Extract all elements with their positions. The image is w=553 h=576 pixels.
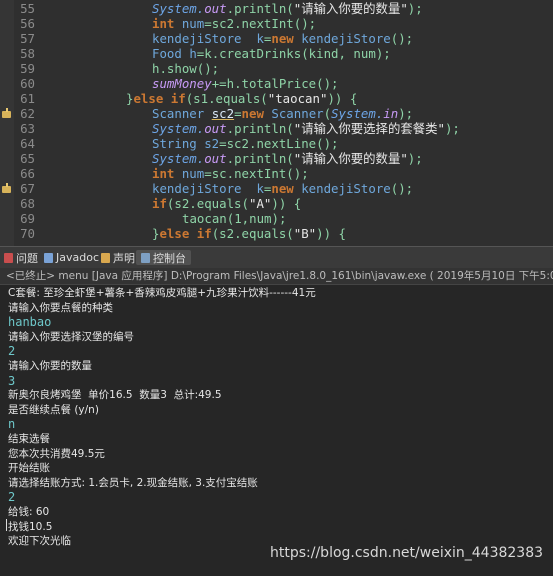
tab-console[interactable]: 控制台 (136, 250, 191, 265)
line-number: 69 (20, 211, 35, 226)
tab-problems-label: 问题 (16, 251, 38, 265)
line-number: 59 (20, 61, 35, 76)
tab-declaration[interactable]: 声明 (101, 250, 135, 265)
code-text: if(s2.equals("A")) { (152, 196, 302, 211)
tab-console-label: 控制台 (153, 251, 186, 265)
console-output-line: 新奥尔良烤鸡堡 单价16.5 数量3 总计:49.5 (8, 389, 222, 402)
code-text: int num=sc2.nextInt(); (152, 16, 317, 31)
console-input-line: n (8, 417, 16, 432)
line-number: 56 (20, 16, 35, 31)
warning-marker-icon[interactable] (2, 108, 11, 118)
view-tabs-bar: 问题 Javadoc 声明 控制台 (0, 246, 553, 268)
code-line[interactable]: 57 kendejiStore k=new kendejiStore(); (0, 31, 553, 46)
code-line[interactable]: 63 System.out.println("请输入你要选择的套餐类"); (0, 121, 553, 136)
code-text: kendejiStore k=new kendejiStore(); (152, 31, 414, 46)
code-text: taocan(1,num); (182, 211, 287, 226)
line-number: 60 (20, 76, 35, 91)
line-number: 63 (20, 121, 35, 136)
code-line[interactable]: 70 }else if(s2.equals("B")) { (0, 226, 553, 241)
code-text: }else if(s2.equals("B")) { (152, 226, 346, 241)
console-output-line: 结束选餐 (8, 433, 50, 445)
tab-declaration-label: 声明 (113, 251, 135, 265)
code-text: sumMoney+=h.totalPrice(); (152, 76, 339, 91)
code-text: System.out.println("请输入你要选择的套餐类"); (152, 121, 460, 136)
code-text: Scanner sc2=new Scanner(System.in); (152, 106, 414, 121)
line-number: 64 (20, 136, 35, 151)
code-line[interactable]: 56 int num=sc2.nextInt(); (0, 16, 553, 31)
problems-icon (4, 252, 13, 263)
line-number: 68 (20, 196, 35, 211)
declaration-icon (101, 252, 110, 263)
line-number: 55 (20, 1, 35, 16)
code-text: }else if(s1.equals("taocan")) { (126, 91, 358, 106)
tab-javadoc[interactable]: Javadoc (44, 250, 99, 265)
console-input-line: 2 (8, 490, 16, 505)
line-number: 62 (20, 106, 35, 121)
console-output-line: 您本次共消费49.5元 (8, 447, 105, 460)
console-output-line: 欢迎下次光临 (8, 535, 71, 548)
code-line[interactable]: 62 Scanner sc2=new Scanner(System.in); (0, 106, 553, 121)
code-text: Food h=k.creatDrinks(kind, num); (152, 46, 391, 61)
code-text: kendejiStore k=new kendejiStore(); (152, 181, 414, 196)
code-editor[interactable]: 55 System.out.println("请输入你要的数量"); 56 int n… (0, 0, 553, 246)
line-number: 65 (20, 151, 35, 166)
javadoc-icon (44, 252, 53, 263)
code-line[interactable]: 67 kendejiStore k=new kendejiStore(); (0, 181, 553, 196)
line-number: 61 (20, 91, 35, 106)
console-input-line: hanbao (8, 315, 52, 330)
console-input-line: 3 (8, 373, 16, 388)
watermark: https://blog.csdn.net/weixin_44382383 (270, 545, 544, 561)
code-line[interactable]: 64 String s2=sc2.nextLine(); (0, 136, 553, 151)
tab-problems[interactable]: 问题 (4, 250, 38, 265)
console-output-line: 给钱: 60 (8, 506, 50, 518)
tab-javadoc-label: Javadoc (56, 251, 99, 264)
line-number: 57 (20, 31, 35, 46)
code-line[interactable]: 65 System.out.println("请输入你要的数量"); (0, 151, 553, 166)
code-line[interactable]: 55 System.out.println("请输入你要的数量"); (0, 1, 553, 16)
code-line[interactable]: 58 Food h=k.creatDrinks(kind, num); (0, 46, 553, 61)
console-output-line: 找钱10.5 (8, 520, 53, 533)
code-text: int num=sc.nextInt(); (152, 166, 309, 181)
line-number: 67 (20, 181, 35, 196)
code-text: System.out.println("请输入你要的数量"); (152, 1, 423, 16)
warning-marker-icon[interactable] (2, 183, 11, 193)
code-line[interactable]: 68 if(s2.equals("A")) { (0, 196, 553, 211)
line-number: 66 (20, 166, 35, 181)
code-text: h.show(); (152, 61, 220, 76)
code-text: String s2=sc2.nextLine(); (152, 136, 339, 151)
line-number: 70 (20, 226, 35, 241)
line-number: 58 (20, 46, 35, 61)
console-header-text: <已终止> menu [Java 应用程序] D:\Program Files\… (6, 270, 553, 282)
console-output-line: 是否继续点餐 (y/n) (8, 403, 99, 416)
text-cursor (6, 519, 7, 531)
code-line[interactable]: 59 h.show(); (0, 61, 553, 76)
console-input-line: 2 (8, 344, 16, 359)
code-text: System.out.println("请输入你要的数量"); (152, 151, 423, 166)
editor-scrollbar[interactable] (545, 0, 553, 246)
console-icon (141, 252, 150, 263)
code-line[interactable]: 69 taocan(1,num); (0, 211, 553, 226)
code-line[interactable]: 66 int num=sc.nextInt(); (0, 166, 553, 181)
console-header: <已终止> menu [Java 应用程序] D:\Program Files\… (0, 268, 553, 285)
code-line[interactable]: 60 sumMoney+=h.totalPrice(); (0, 76, 553, 91)
console-output-line: C套餐: 至珍全虾堡+薯条+香辣鸡皮鸡腿+九珍果汁饮料------41元 (8, 287, 316, 299)
console-output-line: 请选择结账方式: 1.会员卡, 2.现金结账, 3.支付宝结账 (8, 476, 258, 489)
console-output-line: 请输入你要的数量 (8, 360, 92, 372)
code-line[interactable]: 61 }else if(s1.equals("taocan")) { (0, 91, 553, 106)
console-output-line: 请输入你要选择汉堡的编号 (8, 330, 134, 343)
console-output-line: 开始结账 (8, 462, 50, 475)
console-output-line: 请输入你要点餐的种类 (8, 301, 113, 314)
